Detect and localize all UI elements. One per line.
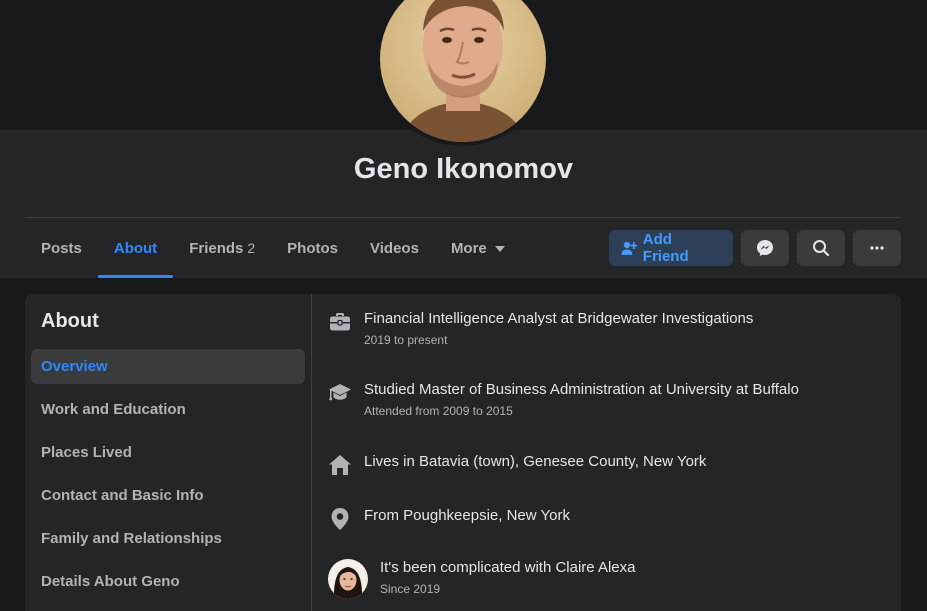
add-friend-icon <box>621 241 637 255</box>
about-overview: Financial Intelligence Analyst at Bridge… <box>312 294 901 611</box>
hometown-text: From Poughkeepsie, New York <box>364 507 570 524</box>
messenger-button[interactable] <box>741 230 789 266</box>
work-item: Financial Intelligence Analyst at Bridge… <box>328 310 753 347</box>
tab-more[interactable]: More <box>435 218 521 278</box>
partner-avatar[interactable] <box>328 559 368 599</box>
add-friend-button[interactable]: Add Friend <box>609 230 733 266</box>
work-dates: 2019 to present <box>364 333 448 347</box>
add-friend-label: Add Friend <box>642 231 689 265</box>
sidebar-item-family-relationships[interactable]: Family and Relationships <box>31 521 305 556</box>
tab-friends[interactable]: Friends 2 <box>173 218 271 278</box>
about-sidebar: About Overview Work and Education Places… <box>25 294 311 611</box>
sidebar-item-overview[interactable]: Overview <box>31 349 305 384</box>
work-text: Financial Intelligence Analyst at Bridge… <box>364 310 754 327</box>
profile-picture-image <box>380 0 546 142</box>
current-city-item: Lives in Batavia (town), Genesee County,… <box>328 453 706 477</box>
friends-count: 2 <box>247 240 256 256</box>
tab-label: About <box>113 239 158 257</box>
about-card: About Overview Work and Education Places… <box>25 294 901 611</box>
briefcase-icon <box>330 313 350 331</box>
tab-videos[interactable]: Videos <box>354 218 435 278</box>
tab-about[interactable]: About <box>97 218 174 278</box>
caret-down-icon <box>494 246 505 252</box>
tab-photos[interactable]: Photos <box>271 218 354 278</box>
sidebar-item-places-lived[interactable]: Places Lived <box>31 435 305 470</box>
sidebar-item-contact-info[interactable]: Contact and Basic Info <box>31 478 305 513</box>
tab-label: Videos <box>370 239 419 257</box>
sidebar-item-details[interactable]: Details About Geno <box>31 564 305 599</box>
relationship-since: Since 2019 <box>380 582 441 596</box>
profile-actions: Add Friend <box>609 230 901 266</box>
relationship-text: It's been complicated with Claire Alexa <box>380 559 636 576</box>
tab-label: More <box>450 239 487 257</box>
tab-label: Posts <box>41 239 82 257</box>
tab-label: Friends <box>189 239 244 257</box>
messenger-icon <box>757 240 773 256</box>
tab-label: Photos <box>287 239 339 257</box>
more-options-button[interactable] <box>853 230 901 266</box>
about-title: About <box>41 310 99 332</box>
tab-posts[interactable]: Posts <box>25 218 98 278</box>
current-city-text: Lives in Batavia (town), Genesee County,… <box>364 453 707 470</box>
graduation-cap-icon <box>329 384 351 401</box>
home-icon <box>329 455 351 475</box>
education-text: Studied Master of Business Administratio… <box>364 381 799 398</box>
search-button[interactable] <box>797 230 845 266</box>
relationship-item: It's been complicated with Claire Alexa … <box>328 559 636 599</box>
ellipsis-icon <box>870 246 884 250</box>
profile-name: Geno Ikonomov <box>353 153 574 185</box>
search-icon <box>813 240 830 257</box>
hometown-item: From Poughkeepsie, New York <box>328 507 570 531</box>
location-pin-icon <box>331 508 349 530</box>
sidebar-item-work-education[interactable]: Work and Education <box>31 392 305 427</box>
education-dates: Attended from 2009 to 2015 <box>364 404 513 418</box>
profile-tabs: Posts About Friends 2 Photos Videos More <box>25 218 521 278</box>
partner-avatar-image <box>328 559 368 599</box>
education-item: Studied Master of Business Administratio… <box>328 381 799 418</box>
